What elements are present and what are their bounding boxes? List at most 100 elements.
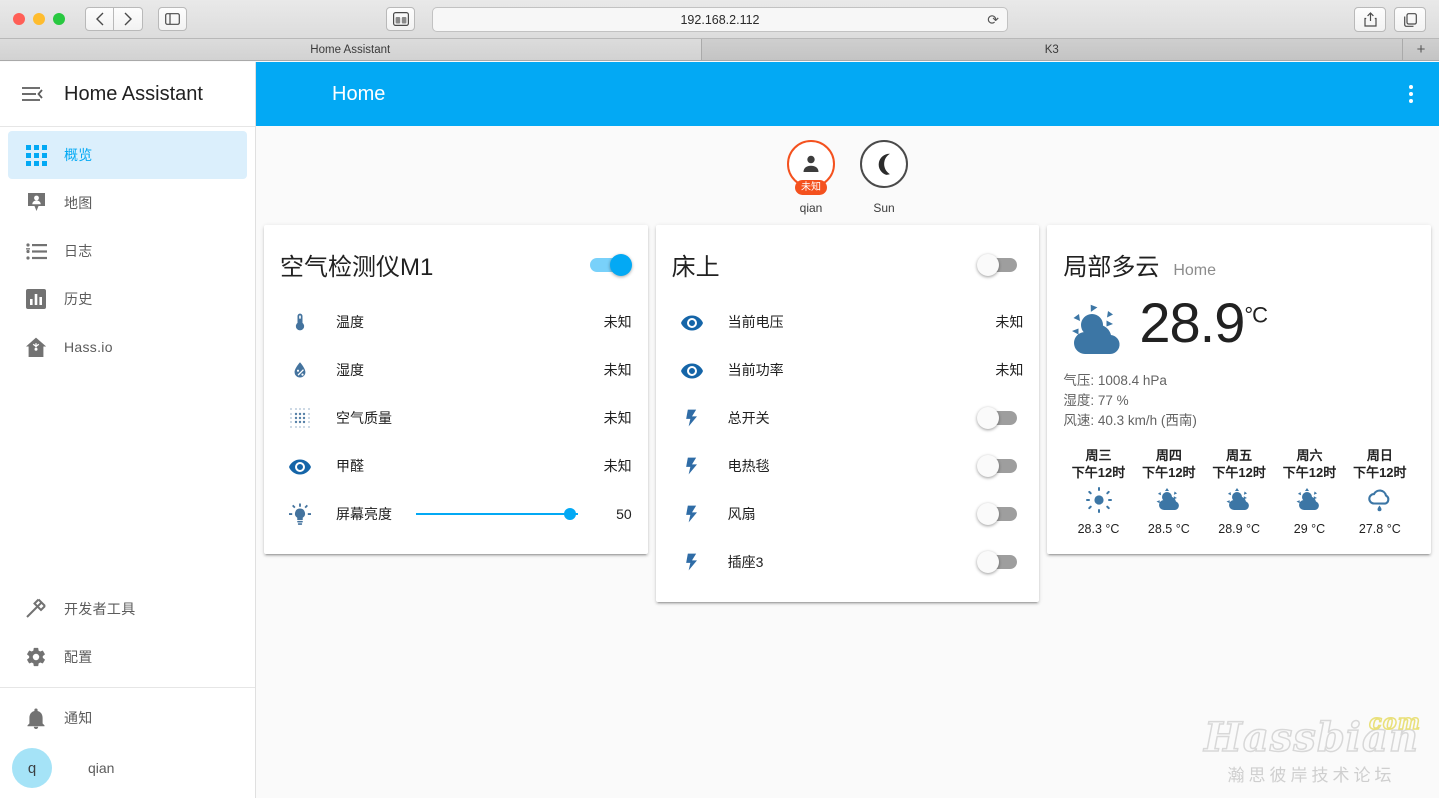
forecast-weekday: 周四 xyxy=(1155,448,1182,463)
sidebar-item-label: 开发者工具 xyxy=(64,601,136,617)
sidebar-item-hassio[interactable]: Hass.io xyxy=(8,323,247,371)
forecast-weekday: 周五 xyxy=(1226,448,1253,463)
flash-icon xyxy=(672,503,712,525)
account-icon xyxy=(803,155,819,172)
entity-toggle[interactable] xyxy=(977,454,1023,478)
forecast-day: 周三 下午12时 28.3 °C xyxy=(1063,447,1133,536)
entity-row-brightness: 屏幕亮度 50 xyxy=(280,490,632,538)
sidebar-item-label: 配置 xyxy=(64,649,93,665)
entity-row: 电热毯 xyxy=(672,442,1024,490)
blur-grid-icon xyxy=(280,407,320,429)
show-sidebar-button[interactable] xyxy=(158,7,187,31)
card-header-toggle[interactable] xyxy=(977,253,1023,277)
add-tab-label: + xyxy=(1416,41,1426,58)
entity-row: 温度 未知 xyxy=(280,298,632,346)
tab-strip: Home Assistant K3 + xyxy=(0,39,1439,61)
entity-row: 插座3 xyxy=(672,538,1024,586)
forecast-time: 下午12时 xyxy=(1282,465,1337,480)
tab-overview-button[interactable] xyxy=(386,7,415,31)
card-title: 空气检测仪M1 xyxy=(280,254,434,281)
close-window-button[interactable] xyxy=(13,13,25,25)
flash-icon xyxy=(672,551,712,573)
badge-state: 未知 xyxy=(795,180,827,195)
reload-icon[interactable]: ⟳ xyxy=(987,11,999,28)
dots-vertical-icon xyxy=(1409,85,1413,89)
url-text: 192.168.2.112 xyxy=(680,12,760,27)
forward-button[interactable] xyxy=(114,7,143,31)
sidebar-item-label: 概览 xyxy=(64,147,93,163)
add-tab-button[interactable]: + xyxy=(1403,39,1439,60)
entity-name: 屏幕亮度 xyxy=(336,506,392,522)
bell-icon xyxy=(8,707,64,729)
maximize-window-button[interactable] xyxy=(53,13,65,25)
watermark-title: Hassbian com xyxy=(1203,708,1420,759)
entity-toggle[interactable] xyxy=(977,550,1023,574)
badge-circle: 未知 xyxy=(787,140,835,195)
toggle-thumb xyxy=(609,253,632,276)
sidebar-divider xyxy=(0,687,255,688)
sidebar-item-developer-tools[interactable]: 开发者工具 xyxy=(8,585,247,633)
brightness-slider[interactable] xyxy=(416,504,578,524)
entity-row: 风扇 xyxy=(672,490,1024,538)
toggle-thumb xyxy=(977,551,1000,573)
badge-row: 未知 qian Sun xyxy=(256,126,1439,215)
card-weather: 局部多云 Home 28.9°C 气压: 1008.4 hPa 湿度: 77 %… xyxy=(1047,225,1432,554)
hassio-home-icon xyxy=(8,337,64,358)
hammer-icon xyxy=(8,598,64,620)
browser-tab-home-assistant[interactable]: Home Assistant xyxy=(0,39,702,60)
sidebar-user-profile[interactable]: q qian xyxy=(0,742,255,794)
overflow-menu-button[interactable] xyxy=(1409,85,1413,103)
card-title: 床上 xyxy=(671,254,720,281)
forecast-weekday: 周三 xyxy=(1085,448,1112,463)
entity-name: 湿度 xyxy=(336,362,364,378)
navigation-buttons xyxy=(85,7,143,31)
back-button[interactable] xyxy=(85,7,114,31)
sidebar-item-configuration[interactable]: 配置 xyxy=(8,633,247,681)
browser-chrome: 192.168.2.112 ⟳ Home Assistant K3 + xyxy=(0,0,1439,62)
card-header-toggle[interactable] xyxy=(586,253,632,277)
forecast-day: 周四 下午12时 28.5 °C xyxy=(1134,447,1204,536)
new-tab-button[interactable] xyxy=(1394,7,1426,32)
tab-label: Home Assistant xyxy=(310,43,391,56)
weather-rainy-icon xyxy=(1345,481,1415,522)
chevron-right-icon xyxy=(124,12,132,26)
browser-tab-k3[interactable]: K3 xyxy=(702,39,1403,60)
forecast-day: 周五 下午12时 28.9 °C xyxy=(1204,447,1274,536)
sidebar-menu-button[interactable] xyxy=(0,86,64,102)
sidebar-item-label: 地图 xyxy=(64,195,93,211)
badge-qian[interactable]: 未知 qian xyxy=(783,140,839,215)
sidebar-item-notifications[interactable]: 通知 xyxy=(8,694,247,742)
water-percent-icon xyxy=(280,359,320,381)
forecast-day: 周六 下午12时 29 °C xyxy=(1274,447,1344,536)
sidebar-item-logbook[interactable]: 日志 xyxy=(8,227,247,275)
entity-toggle[interactable] xyxy=(977,406,1023,430)
toggle-thumb xyxy=(977,455,1000,477)
sidebar-item-overview[interactable]: 概览 xyxy=(8,131,247,179)
sidebar-item-label: 历史 xyxy=(64,291,93,307)
card-bed: 床上 当前电压 未知 当前功率 未知 总开关 电热毯 风扇 插座3 xyxy=(655,225,1040,602)
share-button[interactable] xyxy=(1354,7,1386,32)
entity-name: 风扇 xyxy=(727,506,756,522)
new-tab-icon xyxy=(1403,12,1417,27)
eye-icon xyxy=(672,310,712,334)
window-controls xyxy=(13,13,65,25)
tab-overview-icon xyxy=(392,12,409,26)
entity-name: 当前电压 xyxy=(727,314,784,330)
lightbulb-on-icon xyxy=(280,503,320,526)
address-bar[interactable]: 192.168.2.112 ⟳ xyxy=(432,7,1008,32)
sidebar-lower: 开发者工具 配置 通知 q qian xyxy=(0,585,255,798)
sidebar-item-history[interactable]: 历史 xyxy=(8,275,247,323)
badge-sun[interactable]: Sun xyxy=(856,140,912,215)
flash-icon xyxy=(672,455,712,477)
entity-toggle[interactable] xyxy=(977,502,1023,526)
column-1: 空气检测仪M1 温度 未知 湿度 未知 空气质量 未知 甲醛 未知 屏幕亮度 5… xyxy=(264,225,648,554)
moon-waning-crescent-icon xyxy=(878,153,890,175)
sidebar-item-map[interactable]: 地图 xyxy=(8,179,247,227)
forecast-time: 下午12时 xyxy=(1071,465,1126,480)
watermark: Hassbian com 瀚思彼岸技术论坛 xyxy=(1203,708,1420,786)
format-list-bulleted-icon xyxy=(8,242,64,260)
minimize-window-button[interactable] xyxy=(33,13,45,25)
badge-label: qian xyxy=(799,201,823,215)
slider-thumb[interactable] xyxy=(563,508,576,520)
forecast-time: 下午12时 xyxy=(1142,465,1196,480)
